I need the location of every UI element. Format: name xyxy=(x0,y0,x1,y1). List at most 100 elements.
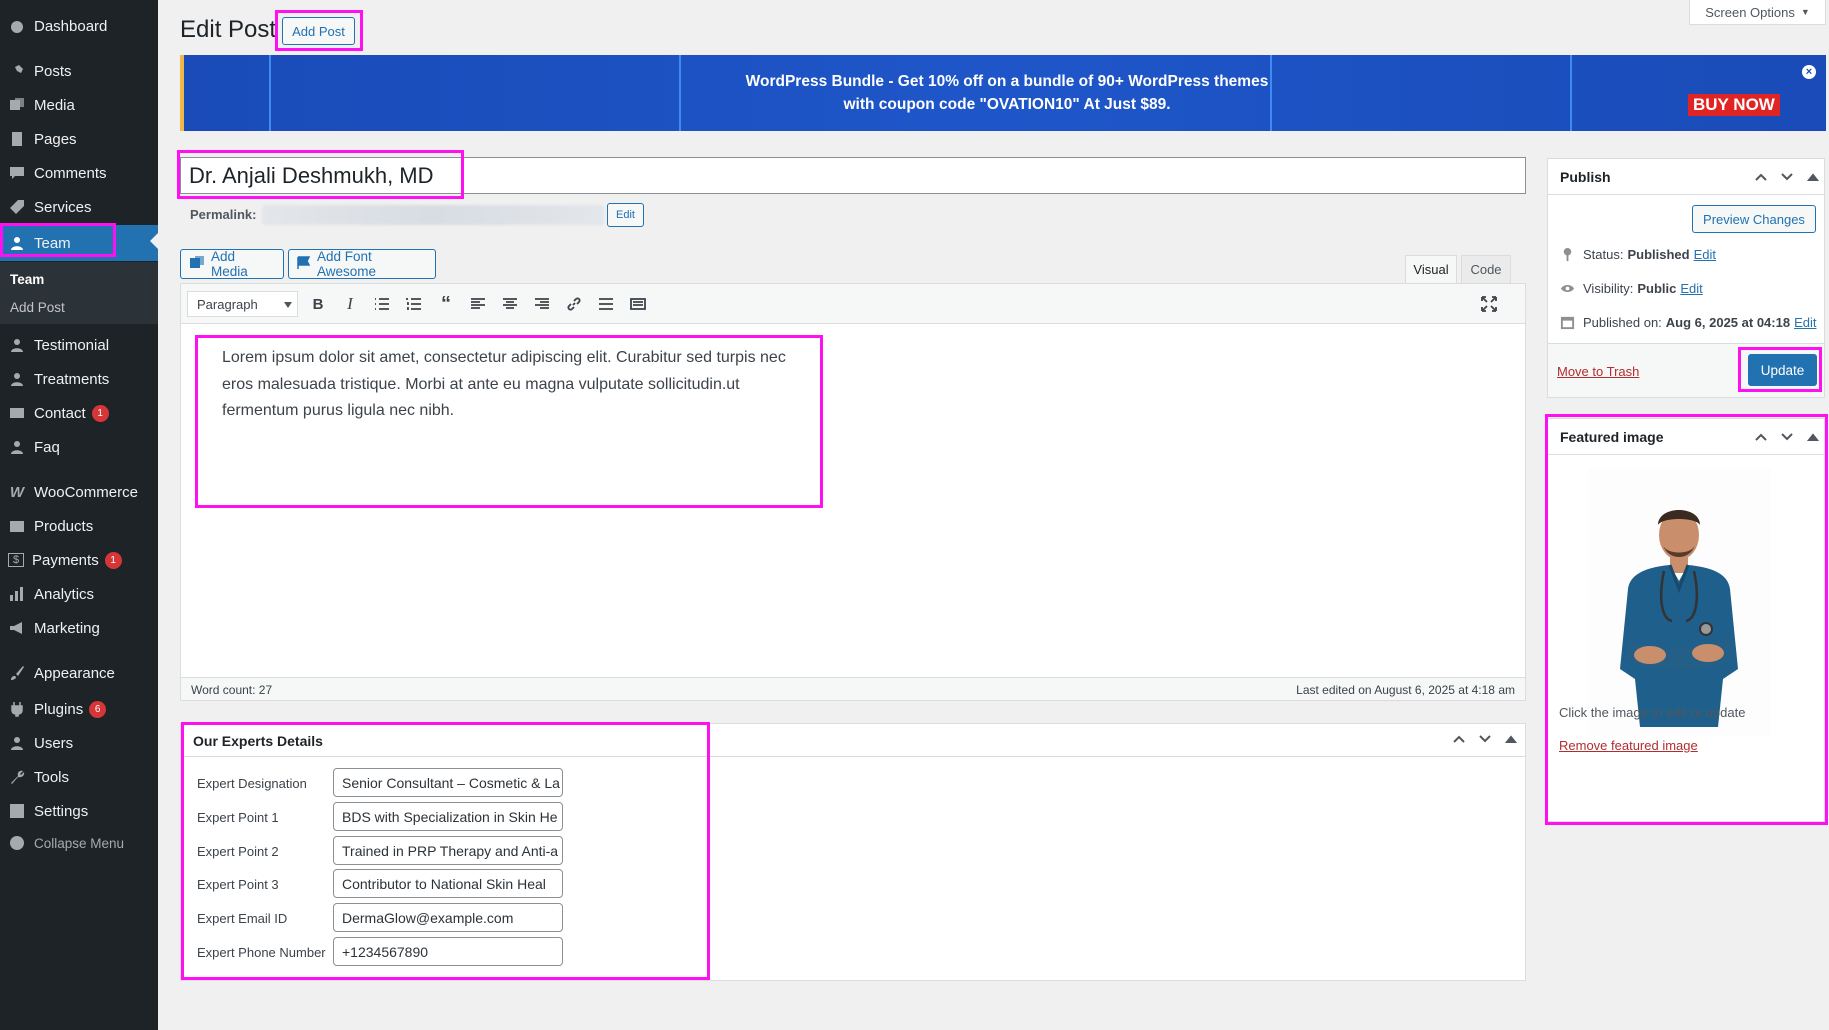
sidebar-item-posts[interactable]: Posts xyxy=(0,55,158,87)
bullet-list-icon[interactable] xyxy=(372,294,392,314)
update-button[interactable]: Update xyxy=(1748,354,1817,386)
read-more-icon[interactable] xyxy=(596,294,616,314)
submenu-team[interactable]: Team xyxy=(10,272,44,287)
published-row: Published on: Aug 6, 2025 at 04:18 Edit xyxy=(1560,315,1816,330)
publish-header: Publish xyxy=(1548,159,1824,195)
banner-text: WordPress Bundle - Get 10% off on a bund… xyxy=(184,70,1826,116)
sidebar-item-tools[interactable]: Tools xyxy=(0,761,158,793)
align-center-icon[interactable] xyxy=(500,294,520,314)
featured-title: Featured image xyxy=(1560,429,1664,445)
point-2-input[interactable]: Trained in PRP Therapy and Anti-a xyxy=(333,836,563,865)
published-edit-link[interactable]: Edit xyxy=(1794,315,1816,330)
screen-options-button[interactable]: Screen Options ▼ xyxy=(1689,0,1826,25)
add-post-button[interactable]: Add Post xyxy=(282,17,355,45)
promo-banner[interactable]: WordPress Bundle - Get 10% off on a bund… xyxy=(180,55,1826,131)
dashboard-icon xyxy=(8,17,26,35)
italic-icon[interactable]: I xyxy=(340,294,360,314)
align-right-icon[interactable] xyxy=(532,294,552,314)
collapse-menu[interactable]: Collapse Menu xyxy=(0,827,158,859)
tag-icon xyxy=(8,198,26,216)
preview-changes-button[interactable]: Preview Changes xyxy=(1692,205,1816,233)
chevron-down-icon[interactable] xyxy=(1478,732,1492,746)
experts-title: Our Experts Details xyxy=(193,733,323,749)
permalink-edit-button[interactable]: Edit xyxy=(607,203,644,227)
close-icon[interactable]: × xyxy=(1802,65,1816,79)
permalink-label: Permalink: xyxy=(190,207,257,222)
user-icon xyxy=(8,234,26,252)
sidebar-item-treatments[interactable]: Treatments xyxy=(0,363,158,395)
pin-icon xyxy=(1563,247,1572,262)
sidebar-item-pages[interactable]: Pages xyxy=(0,123,158,155)
sidebar-item-media[interactable]: Media xyxy=(0,89,158,121)
editor-content[interactable]: Lorem ipsum dolor sit amet, consectetur … xyxy=(222,345,802,425)
sidebar-item-settings[interactable]: Settings xyxy=(0,795,158,827)
add-font-awesome-button[interactable]: Add Font Awesome xyxy=(288,249,436,279)
phone-input[interactable]: +1234567890 xyxy=(333,937,563,966)
field-label-designation: Expert Designation xyxy=(197,776,307,791)
contact-badge: 1 xyxy=(91,404,109,422)
sidebar-item-products[interactable]: Products xyxy=(0,510,158,542)
sidebar-item-analytics[interactable]: Analytics xyxy=(0,578,158,610)
status-edit-link[interactable]: Edit xyxy=(1694,247,1716,262)
field-label-point-1: Expert Point 1 xyxy=(197,810,279,825)
sidebar-item-appearance[interactable]: Appearance xyxy=(0,657,158,689)
point-3-input[interactable]: Contributor to National Skin Heal xyxy=(333,869,563,898)
visibility-edit-link[interactable]: Edit xyxy=(1680,281,1702,296)
sidebar-item-woocommerce[interactable]: W WooCommerce xyxy=(0,476,158,508)
toggle-panel-icon[interactable] xyxy=(1806,430,1820,444)
bold-icon[interactable]: B xyxy=(308,294,328,314)
toggle-panel-icon[interactable] xyxy=(1504,732,1518,746)
move-to-trash-link[interactable]: Move to Trash xyxy=(1557,364,1639,379)
sidebar-item-testimonial[interactable]: Testimonial xyxy=(0,329,158,361)
permalink-url[interactable] xyxy=(262,205,604,225)
visibility-row: Visibility: Public Edit xyxy=(1560,281,1703,296)
add-media-button[interactable]: Add Media xyxy=(180,249,284,279)
numbered-list-icon[interactable] xyxy=(404,294,424,314)
sidebar-item-marketing[interactable]: Marketing xyxy=(0,612,158,644)
sidebar-item-comments[interactable]: Comments xyxy=(0,157,158,189)
tab-code[interactable]: Code xyxy=(1461,255,1511,283)
chevron-up-icon[interactable] xyxy=(1754,170,1768,184)
point-1-input[interactable]: BDS with Specialization in Skin He xyxy=(333,802,563,831)
blockquote-icon[interactable]: “ xyxy=(436,293,456,315)
align-left-icon[interactable] xyxy=(468,294,488,314)
user-icon xyxy=(8,370,26,388)
experts-header: Our Experts Details xyxy=(181,724,1525,757)
sidebar-item-contact[interactable]: Contact 1 xyxy=(0,397,158,429)
link-icon[interactable] xyxy=(564,294,584,314)
caret-down-icon xyxy=(284,302,292,308)
chevron-down-icon[interactable] xyxy=(1780,170,1794,184)
editor-status-bar: Word count: 27 Last edited on August 6, … xyxy=(181,677,1525,700)
sidebar-item-services[interactable]: Services xyxy=(0,191,158,223)
toggle-panel-icon[interactable] xyxy=(1806,170,1820,184)
buy-now-button[interactable]: BUY NOW xyxy=(1688,94,1780,116)
wrench-icon xyxy=(8,768,26,786)
box-controls xyxy=(1754,430,1820,444)
toolbar-toggle-icon[interactable] xyxy=(628,294,648,314)
remove-featured-image-link[interactable]: Remove featured image xyxy=(1559,738,1698,753)
featured-image-doctor[interactable] xyxy=(1588,469,1771,736)
chevron-up-icon[interactable] xyxy=(1452,732,1466,746)
sidebar-item-faq[interactable]: Faq xyxy=(0,431,158,463)
sidebar-item-users[interactable]: Users xyxy=(0,727,158,759)
chevron-down-icon[interactable] xyxy=(1780,430,1794,444)
submenu-add-post[interactable]: Add Post xyxy=(10,300,65,315)
page-title: Edit Post xyxy=(180,16,277,43)
chevron-up-icon[interactable] xyxy=(1754,430,1768,444)
last-edited: Last edited on August 6, 2025 at 4:18 am xyxy=(1296,683,1515,697)
fullscreen-icon[interactable] xyxy=(1479,294,1499,314)
woo-icon: W xyxy=(9,483,25,501)
content-editor: Paragraph B I “ Lorem ipsum dolor sit am… xyxy=(180,283,1526,701)
user-icon xyxy=(8,438,26,456)
sidebar-item-payments[interactable]: $ Payments 1 xyxy=(0,544,158,576)
sidebar-item-team[interactable]: Team xyxy=(0,225,158,261)
field-label-point-2: Expert Point 2 xyxy=(197,844,279,859)
designation-input[interactable]: Senior Consultant – Cosmetic & La xyxy=(333,768,563,797)
format-select[interactable]: Paragraph xyxy=(187,291,298,317)
tab-visual[interactable]: Visual xyxy=(1405,255,1457,283)
sidebar-item-dashboard[interactable]: Dashboard xyxy=(0,10,158,42)
sidebar-item-plugins[interactable]: Plugins 6 xyxy=(0,693,158,725)
email-input[interactable]: DermaGlow@example.com xyxy=(333,903,563,932)
post-title-input[interactable]: Dr. Anjali Deshmukh, MD xyxy=(180,157,1526,194)
calendar-icon xyxy=(1560,316,1575,330)
